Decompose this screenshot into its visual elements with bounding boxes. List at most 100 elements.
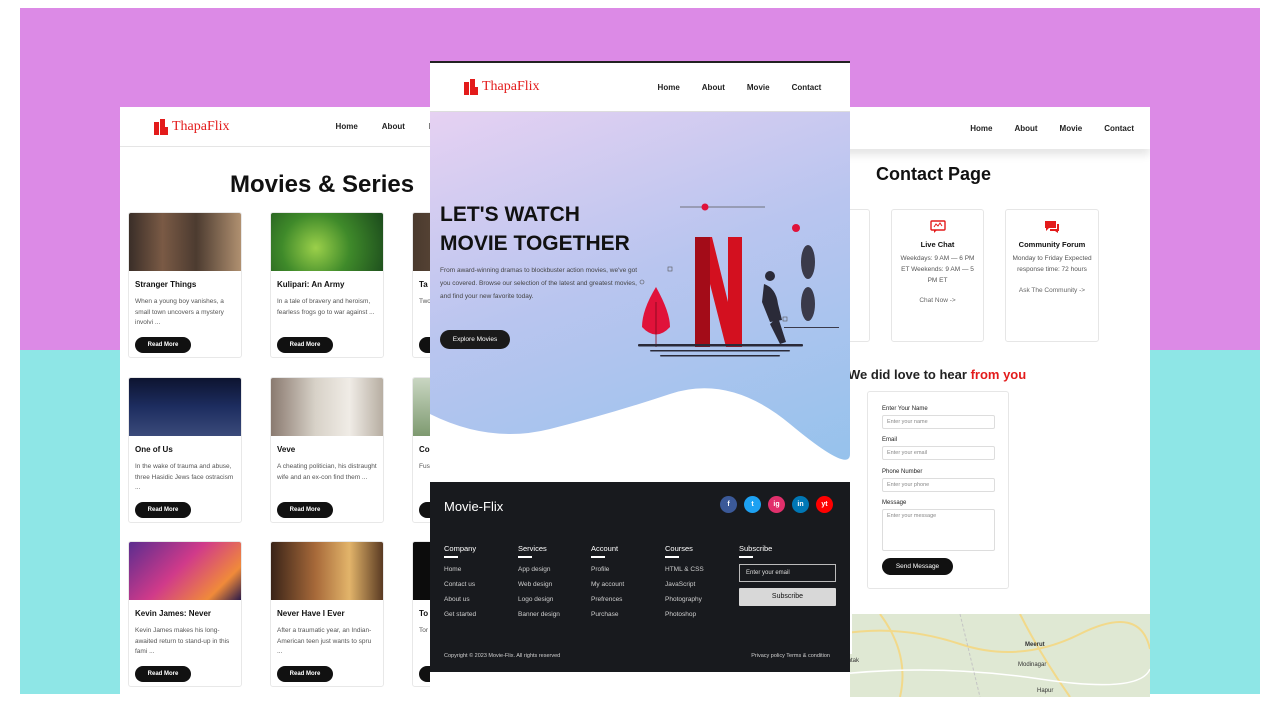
nav-home[interactable]: Home	[970, 124, 992, 133]
contact-card-community: Community Forum Monday to Friday Expecte…	[1005, 209, 1099, 342]
chat-now-link[interactable]: Chat Now ->	[892, 297, 983, 304]
movie-description: In a tale of bravery and heroism, fearle…	[277, 298, 375, 316]
map-label: Hapur	[1037, 688, 1054, 694]
email-input[interactable]: Enter your email	[882, 446, 995, 460]
copyright-text: Copyright © 2023 Movie-Flix. All rights …	[444, 653, 561, 659]
nav-contact[interactable]: Contact	[792, 83, 822, 92]
map[interactable]: Rohtak Meerut Modinagar Hapur	[840, 614, 1150, 697]
nav-movie[interactable]: Movie	[1060, 124, 1083, 133]
card-title: Live Chat	[920, 240, 955, 249]
movie-thumbnail	[271, 542, 383, 600]
facebook-icon[interactable]: f	[720, 496, 737, 513]
card-body: Weekdays: 9 AM — 6 PM ET Weekends: 9 AM …	[900, 255, 975, 284]
read-more-button[interactable]: Read More	[277, 666, 333, 682]
subscribe-button[interactable]: Subscribe	[739, 588, 836, 606]
nav-about[interactable]: About	[702, 83, 725, 92]
nav-movie[interactable]: Movie	[747, 83, 770, 92]
movie-thumbnail	[129, 378, 241, 436]
logo[interactable]: ThapaFlix	[154, 118, 230, 135]
footer-heading: Services	[518, 544, 547, 553]
send-message-button[interactable]: Send Message	[882, 558, 953, 575]
twitter-icon[interactable]: t	[744, 496, 761, 513]
nav-home[interactable]: Home	[658, 83, 680, 92]
footer-link[interactable]: HTML & CSS	[665, 566, 704, 573]
nav-about[interactable]: About	[382, 122, 405, 131]
movie-description: Kevin James makes his long-awaited retur…	[135, 627, 230, 655]
footer-heading: Account	[591, 544, 619, 553]
read-more-button[interactable]: Read More	[135, 666, 191, 682]
explore-movies-button[interactable]: Explore Movies	[440, 330, 510, 349]
subscribe-email-input[interactable]: Enter your email	[739, 564, 836, 582]
footer-link[interactable]: Photoshop	[665, 611, 704, 618]
footer-heading: Courses	[665, 544, 693, 553]
footer-link[interactable]: Get started	[444, 611, 476, 618]
footer-link[interactable]: Home	[444, 566, 476, 573]
footer-underline	[444, 556, 458, 558]
instagram-icon[interactable]: ig	[768, 496, 785, 513]
read-more-button[interactable]: Read More	[135, 337, 191, 353]
footer: Movie-Flix f t ig in yt Company Home Con…	[430, 482, 850, 672]
footer-link[interactable]: Profile	[591, 566, 624, 573]
form-heading: We did love to hear from you	[848, 367, 1027, 382]
footer-column-subscribe: Subscribe	[739, 544, 772, 558]
footer-heading: Company	[444, 544, 477, 553]
logo-icon	[154, 118, 168, 135]
footer-link[interactable]: Logo design	[518, 596, 560, 603]
movie-title: One of Us	[135, 445, 173, 454]
footer-link[interactable]: Prefrences	[591, 596, 624, 603]
movie-card: Kulipari: An Army In a tale of bravery a…	[270, 212, 384, 358]
movie-description: In the wake of trauma and abuse, three H…	[135, 463, 234, 491]
legal-links[interactable]: Privacy policy Terms & condition	[751, 653, 830, 659]
footer-link[interactable]: Banner design	[518, 611, 560, 618]
logo-text: ThapaFlix	[482, 79, 540, 94]
footer-link[interactable]: Photography	[665, 596, 704, 603]
contact-card-live-chat: Live Chat Weekdays: 9 AM — 6 PM ET Weeke…	[891, 209, 984, 342]
hero-section: LET'S WATCH MOVIE TOGETHER From award-wi…	[430, 112, 850, 482]
footer-link[interactable]: My account	[591, 581, 624, 588]
nav-contact[interactable]: Contact	[1104, 124, 1134, 133]
youtube-icon[interactable]: yt	[816, 496, 833, 513]
movie-title: Kulipari: An Army	[277, 280, 345, 289]
name-input[interactable]: Enter your name	[882, 415, 995, 429]
nav-about[interactable]: About	[1014, 124, 1037, 133]
map-label: Meerut	[1025, 642, 1045, 648]
movie-description: When a young boy vanishes, a small town …	[135, 298, 224, 326]
card-body: Monday to Friday Expected response time:…	[1012, 255, 1092, 273]
footer-column-company: Company Home Contact us About us Get sta…	[444, 544, 476, 618]
logo[interactable]: ThapaFlix	[464, 79, 540, 95]
ask-community-link[interactable]: Ask The Community ->	[1006, 287, 1098, 294]
read-more-button[interactable]: Read More	[277, 502, 333, 518]
phone-input[interactable]: Enter your phone	[882, 478, 995, 492]
footer-link[interactable]: Purchase	[591, 611, 624, 618]
name-label: Enter Your Name	[882, 406, 928, 412]
movie-description: A cheating politician, his distraught wi…	[277, 463, 377, 481]
footer-link[interactable]: App design	[518, 566, 560, 573]
movie-title: Stranger Things	[135, 280, 197, 289]
logo-text: ThapaFlix	[172, 118, 230, 134]
footer-link[interactable]: JavaScript	[665, 581, 704, 588]
movie-card: Kevin James: Never Kevin James makes his…	[128, 541, 242, 687]
footer-link[interactable]: Web design	[518, 581, 560, 588]
movie-thumbnail	[271, 213, 383, 271]
stage: ThapaFlix Home About Mo Movies & Series …	[0, 0, 1280, 714]
hero-description: From award-winning dramas to blockbuster…	[440, 267, 638, 300]
footer-link[interactable]: About us	[444, 596, 476, 603]
map-label: Modinagar	[1018, 662, 1047, 668]
footer-column-courses: Courses HTML & CSS JavaScript Photograph…	[665, 544, 704, 618]
movies-page-preview: ThapaFlix Home About Mo Movies & Series …	[120, 107, 440, 697]
nav-home[interactable]: Home	[336, 122, 358, 131]
movie-thumbnail	[129, 542, 241, 600]
linkedin-icon[interactable]: in	[792, 496, 809, 513]
footer-column-account: Account Profile My account Prefrences Pu…	[591, 544, 624, 618]
read-more-button[interactable]: Read More	[277, 337, 333, 353]
read-more-button[interactable]: Read More	[135, 502, 191, 518]
footer-brand: Movie-Flix	[444, 499, 504, 514]
footer-heading: Subscribe	[739, 544, 773, 553]
message-textarea[interactable]: Enter your message	[882, 509, 995, 551]
footer-underline	[665, 556, 679, 558]
movie-description: After a traumatic year, an Indian-Americ…	[277, 627, 372, 655]
footer-link[interactable]: Contact us	[444, 581, 476, 588]
movie-card: Never Have I Ever After a traumatic year…	[270, 541, 384, 687]
forum-icon	[1044, 220, 1060, 234]
movies-navbar: ThapaFlix Home About Mo	[120, 107, 440, 147]
